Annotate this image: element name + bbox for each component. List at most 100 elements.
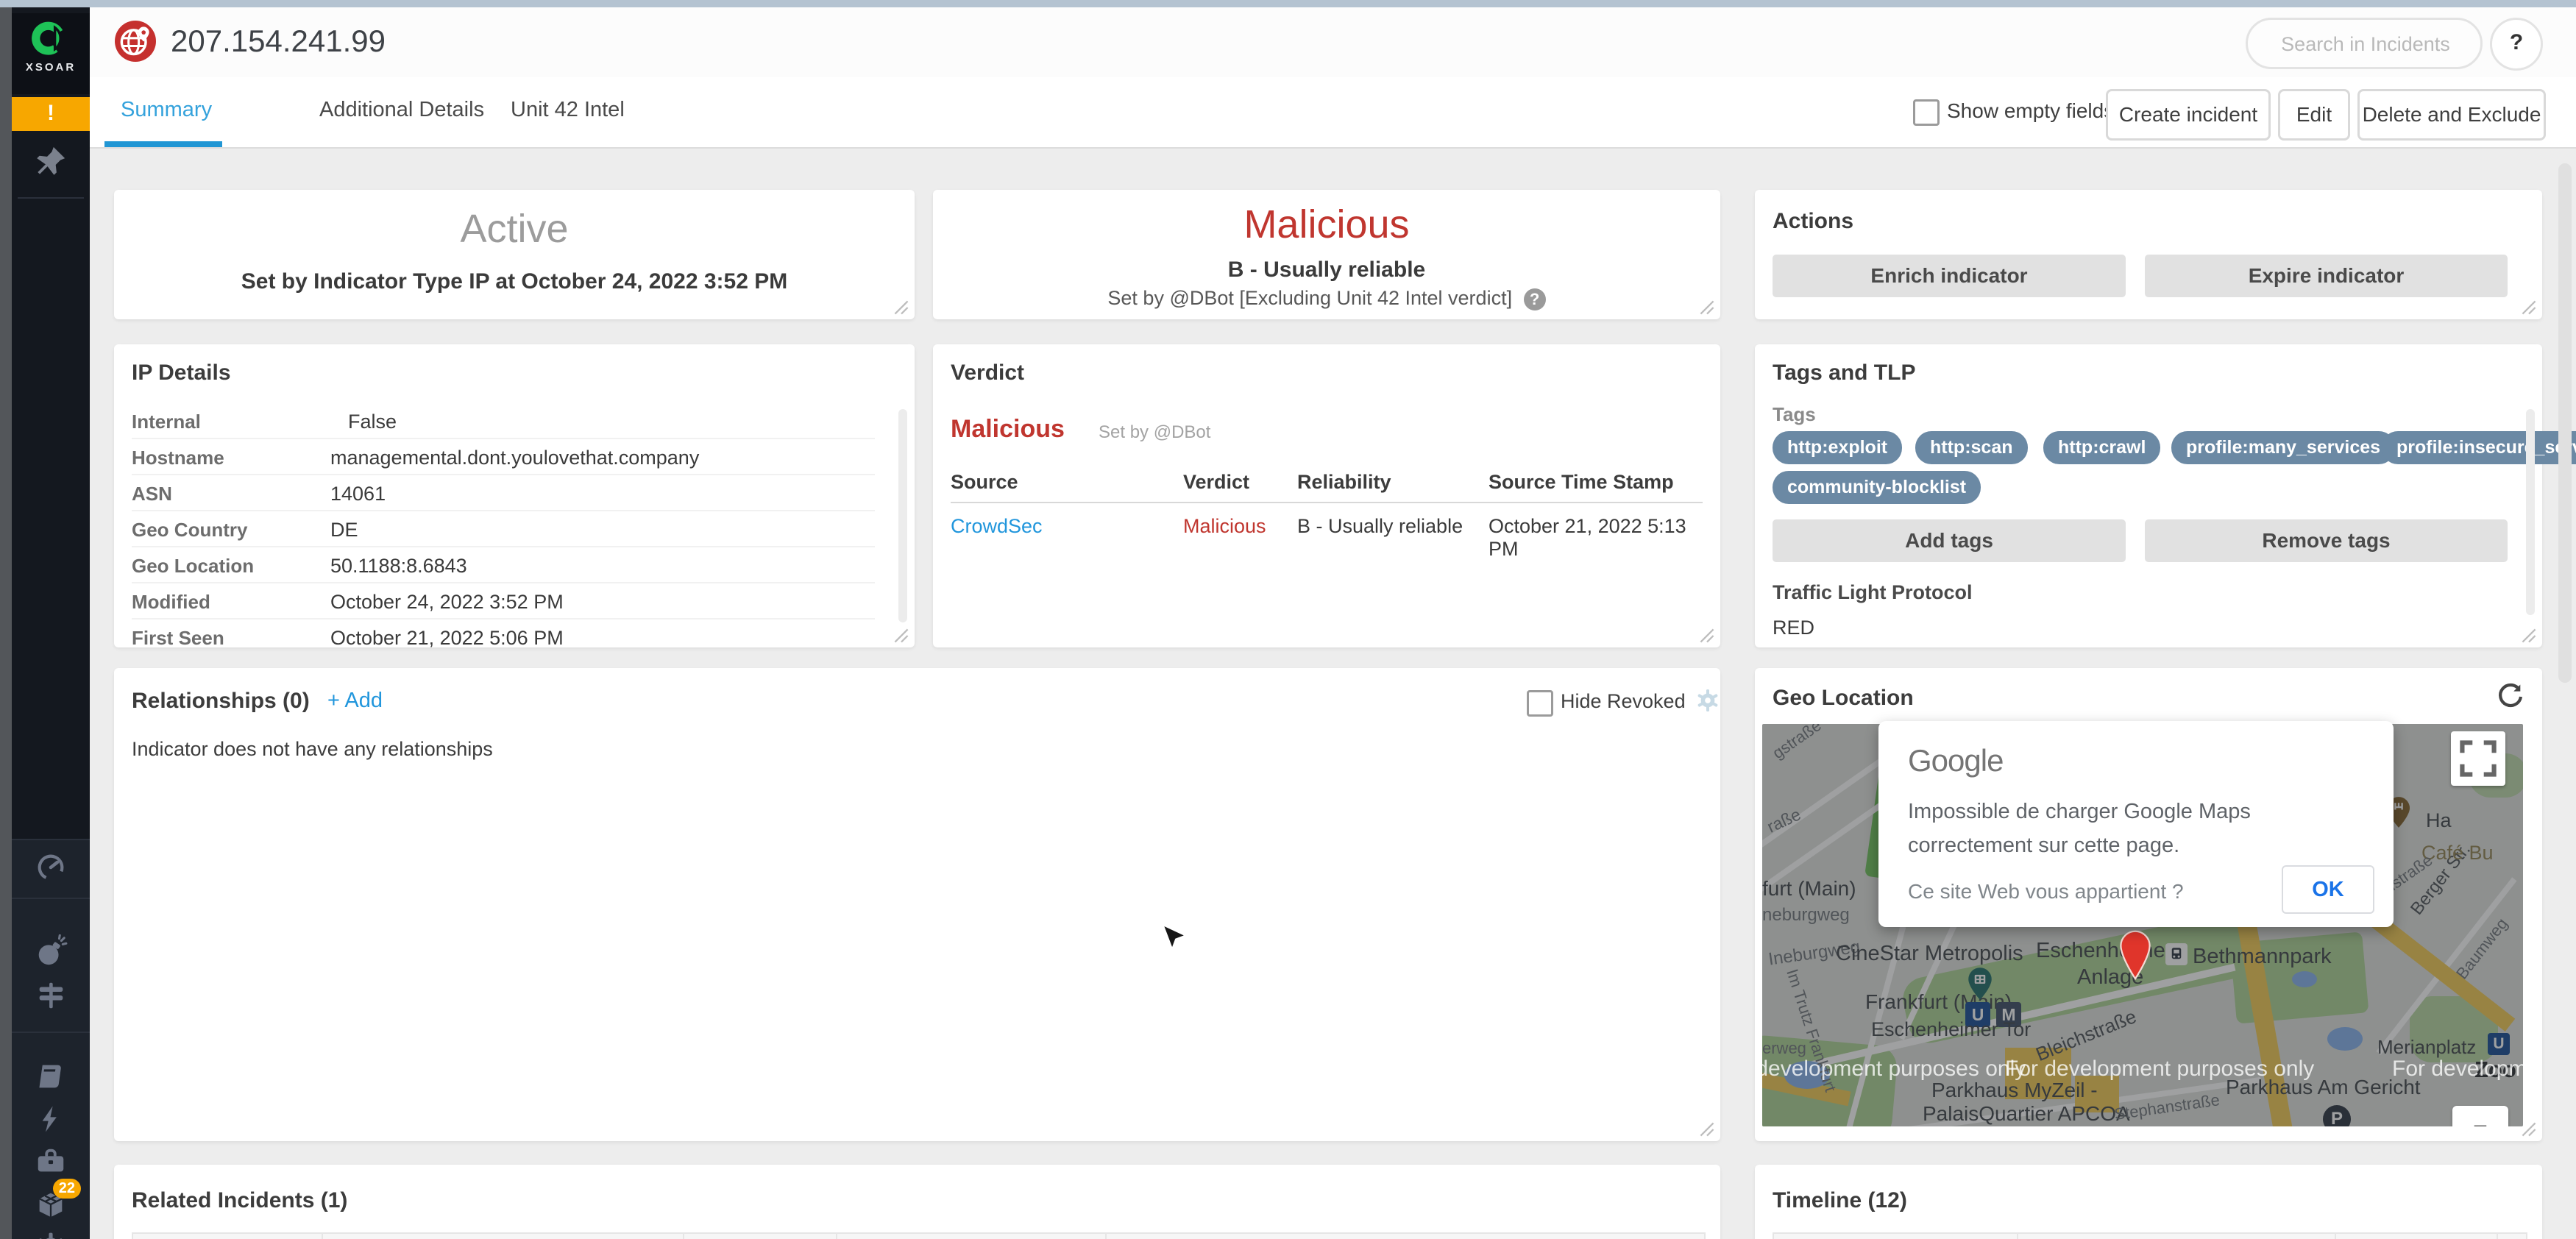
verdict-col-verdict: Verdict — [1183, 471, 1249, 494]
xsoar-logo-icon — [31, 48, 71, 60]
map-watermark: For development purposes only — [2392, 1057, 2523, 1082]
table-header-cell[interactable] — [684, 1234, 837, 1239]
tab-summary[interactable]: Summary — [121, 98, 212, 122]
tag-pill[interactable]: http:exploit — [1773, 431, 1902, 464]
map-watermark: For development purposes only — [2005, 1057, 2314, 1082]
mouse-cursor — [1161, 924, 1186, 960]
sidebar-section-dashboards — [12, 839, 90, 898]
dialog-ok-button[interactable]: OK — [2282, 865, 2374, 914]
tag-pill[interactable]: community-blocklist — [1773, 471, 1981, 504]
tab-active-underline — [104, 141, 222, 147]
map-zoom-out-button[interactable]: − — [2452, 1106, 2508, 1126]
map-watermark: For development purposes only — [1762, 1057, 2026, 1082]
page-title: 207.154.241.99 — [171, 24, 386, 59]
hide-revoked-checkbox[interactable] — [1527, 690, 1553, 717]
resize-handle[interactable] — [1700, 628, 1714, 643]
table-header-cell[interactable] — [2336, 1234, 2498, 1239]
add-tags-button[interactable]: Add tags — [1773, 519, 2126, 562]
geo-location-card: Geo Location — [1755, 668, 2542, 1141]
jobs-briefcase-icon[interactable] — [12, 1145, 90, 1182]
map-marker-pin[interactable] — [2120, 930, 2151, 984]
tags-tlp-card: Tags and TLP Tags http:exploit http:scan… — [1755, 344, 2542, 647]
table-divider — [951, 502, 1703, 503]
verdict-col-reliability: Reliability — [1297, 471, 1391, 494]
tag-pill[interactable]: http:crawl — [2043, 431, 2160, 464]
xsoar-indicator-page: XSOAR ! — [0, 0, 2576, 1239]
edit-button[interactable]: Edit — [2278, 89, 2350, 141]
settings-gear-icon[interactable] — [12, 1230, 90, 1239]
relationships-settings-gear-icon[interactable] — [1693, 686, 1722, 719]
card-scrollbar[interactable] — [2526, 409, 2535, 615]
sidebar-section-incidents — [12, 898, 90, 1032]
tab-additional-details[interactable]: Additional Details — [319, 98, 484, 122]
playbooks-book-icon[interactable] — [12, 1059, 90, 1097]
verdict-reliability: B - Usually reliable — [933, 258, 1720, 283]
expire-indicator-button[interactable]: Expire indicator — [2145, 255, 2508, 297]
table-row: First SeenOctober 21, 2022 5:06 PM — [132, 620, 875, 654]
verdict-value: Malicious — [951, 415, 1065, 444]
marketplace-box-icon[interactable]: 22 — [12, 1186, 90, 1224]
help-button[interactable]: ? — [2490, 18, 2543, 71]
show-empty-fields-checkbox[interactable] — [1913, 99, 1940, 126]
indicators-signpost-icon[interactable] — [12, 979, 90, 1016]
card-scrollbar[interactable] — [898, 409, 907, 622]
resize-handle[interactable] — [1700, 1122, 1714, 1137]
table-header-cell[interactable] — [2498, 1234, 2526, 1239]
window-left-edge — [0, 7, 12, 1239]
xsoar-logo[interactable]: XSOAR — [12, 13, 90, 94]
table-header-cell[interactable] — [1107, 1234, 1704, 1239]
ip-details-card: IP Details InternalFalse Hostnamemanagem… — [114, 344, 915, 647]
google-logo-text: Google — [1908, 743, 2003, 778]
create-incident-button[interactable]: Create incident — [2106, 89, 2271, 141]
remove-tags-button[interactable]: Remove tags — [2145, 519, 2508, 562]
tab-unit42-intel[interactable]: Unit 42 Intel — [511, 98, 625, 122]
ip-indicator-icon — [115, 21, 156, 62]
sidebar-section-automation: 22 — [12, 1032, 90, 1239]
resize-handle[interactable] — [894, 628, 909, 643]
search-input[interactable] — [2248, 20, 2483, 68]
table-header-cell[interactable] — [323, 1234, 684, 1239]
delete-and-exclude-button[interactable]: Delete and Exclude — [2357, 89, 2546, 141]
search-incidents-field[interactable] — [2246, 18, 2483, 69]
verdict-row-source-link[interactable]: CrowdSec — [951, 515, 1043, 538]
tag-pill[interactable]: profile:insecure_services — [2382, 431, 2576, 464]
automation-bolt-icon[interactable] — [12, 1104, 90, 1138]
tag-pill[interactable]: profile:many_services — [2171, 431, 2395, 464]
verdict-help-icon[interactable]: ? — [1524, 288, 1546, 310]
resize-handle[interactable] — [2522, 628, 2536, 643]
refresh-icon[interactable] — [2495, 681, 2526, 716]
dashboard-gauge-icon[interactable] — [12, 851, 90, 888]
enrich-indicator-button[interactable]: Enrich indicator — [1773, 255, 2126, 297]
table-header-cell[interactable] — [1774, 1234, 2018, 1239]
table-header-cell[interactable] — [2018, 1234, 2336, 1239]
resize-handle[interactable] — [1700, 300, 1714, 315]
page-scrollbar[interactable] — [2558, 163, 2572, 683]
relationships-add-link[interactable]: + Add — [327, 689, 383, 713]
tag-pill[interactable]: http:scan — [1915, 431, 2028, 464]
page-header: 207.154.241.99 ? — [90, 7, 2576, 78]
status-set-by: Set by Indicator Type IP at October 24, … — [114, 269, 915, 294]
table-row: ASN14061 — [132, 475, 875, 511]
dialog-question: Ce site Web vous appartient ? — [1908, 880, 2184, 903]
pin-icon[interactable] — [12, 144, 90, 182]
table-header-cell[interactable] — [133, 1234, 323, 1239]
sidebar-alert-band[interactable]: ! — [12, 97, 90, 131]
map-fullscreen-button[interactable] — [2451, 731, 2505, 786]
hide-revoked-label: Hide Revoked — [1561, 690, 1686, 713]
timeline-title: Timeline (12) — [1773, 1188, 1907, 1213]
incidents-bomb-icon[interactable] — [12, 934, 90, 972]
verdict-card: Verdict Malicious Set by @DBot Source Ve… — [933, 344, 1720, 647]
table-row: Geo Location50.1188:8.6843 — [132, 547, 875, 583]
timeline-card: Timeline (12) — [1755, 1165, 2542, 1239]
tlp-label: Traffic Light Protocol — [1773, 581, 1973, 604]
table-header-cell[interactable] — [837, 1234, 1107, 1239]
marketplace-count-badge: 22 — [53, 1179, 81, 1199]
resize-handle[interactable] — [2522, 1122, 2536, 1137]
resize-handle[interactable] — [2522, 300, 2536, 315]
resize-handle[interactable] — [894, 300, 909, 315]
actions-title: Actions — [1773, 209, 1853, 234]
actions-card: Actions Enrich indicator Expire indicato… — [1755, 190, 2542, 319]
sidebar: XSOAR ! — [12, 7, 90, 1239]
window-top-strip — [0, 0, 2576, 7]
tags-tlp-title: Tags and TLP — [1773, 361, 1915, 386]
